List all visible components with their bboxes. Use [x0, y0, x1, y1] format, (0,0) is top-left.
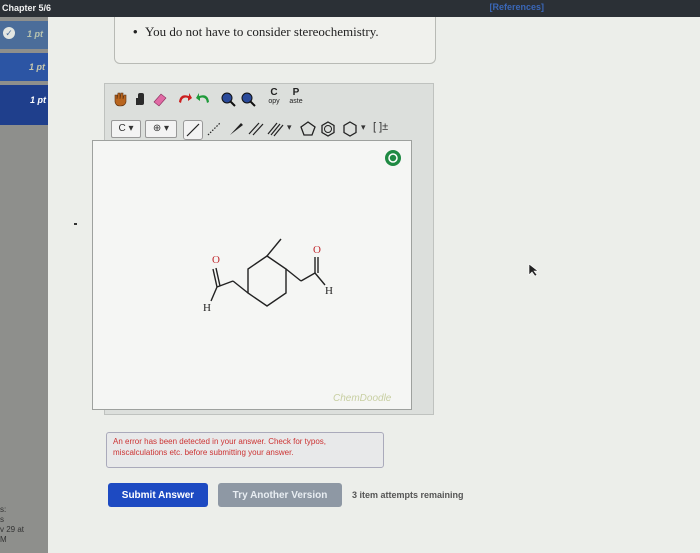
paste-label-bottom: aste [289, 98, 303, 105]
chemdoodle-watermark: ChemDoodle [333, 393, 392, 404]
charge-icon: ⊕ [152, 123, 162, 134]
sidebar-footer: s: s v 29 at M [0, 505, 24, 545]
bracket-tool[interactable]: [ ]± [373, 121, 388, 133]
zoom-in-icon[interactable] [219, 90, 237, 108]
redo-icon[interactable] [195, 90, 213, 108]
benzene-icon[interactable] [319, 120, 337, 138]
hydrogen-label-right: H [325, 285, 333, 297]
ring-dropdown-arrow-icon[interactable]: ▾ [361, 122, 366, 133]
submit-answer-button[interactable]: Submit Answer [108, 483, 208, 507]
check-icon: ✓ [3, 27, 15, 39]
status-ok-icon [385, 150, 401, 166]
hashed-bond-icon[interactable] [205, 120, 223, 138]
sidebar-footer-line: s: [0, 505, 7, 514]
carbonyl-bond-right [300, 272, 316, 282]
error-message-box: An error has been detected in your answe… [106, 432, 384, 468]
methyl-bond [266, 238, 282, 257]
sidebar-item-points: 1 pt [27, 29, 44, 39]
hydrogen-label-left: H [203, 302, 211, 314]
lasso-icon[interactable] [131, 90, 149, 108]
question-note: You do not have to consider stereochemis… [145, 24, 379, 39]
copy-label-bottom: opy [268, 98, 280, 105]
element-dropdown[interactable]: C ▾ [111, 120, 141, 138]
drawing-canvas[interactable]: O O H H ChemDoodle [92, 140, 412, 410]
bond-dropdown-arrow-icon[interactable]: ▾ [287, 122, 292, 133]
chapter-label: Chapter 5/6 [2, 3, 52, 13]
single-bond-icon[interactable] [183, 120, 203, 140]
attempts-remaining: 3 item attempts remaining [352, 490, 464, 500]
question-note-box: • You do not have to consider stereochem… [114, 17, 436, 64]
top-bar: Chapter 5/6 [References] [0, 0, 700, 17]
ring-bonds [247, 255, 287, 307]
zoom-out-icon[interactable] [239, 90, 257, 108]
hand-icon[interactable] [111, 90, 129, 108]
oxygen-label-left: O [212, 254, 220, 266]
double-bond-icon[interactable] [247, 120, 265, 138]
question-sidebar: ✓ 1 pt 1 pt 1 pt s: s v 29 at M [0, 17, 48, 553]
sidebar-item-1[interactable]: ✓ 1 pt [0, 21, 48, 49]
oxygen-label-right: O [313, 244, 321, 256]
copy-button[interactable]: C opy [265, 88, 283, 110]
c-h-bond-left [210, 286, 218, 302]
sidebar-footer-line: v 29 at [0, 525, 25, 534]
charge-dropdown[interactable]: ⊕ ▾ [145, 120, 177, 138]
references-link[interactable]: [References] [489, 2, 544, 12]
error-message: An error has been detected in your answe… [113, 437, 327, 457]
chain-bond-left [232, 280, 249, 294]
try-another-version-button[interactable]: Try Another Version [218, 483, 342, 507]
cyclohexane-icon[interactable] [341, 120, 359, 138]
copy-label-top: C [270, 87, 278, 98]
undo-icon[interactable] [175, 90, 193, 108]
sidebar-item-2[interactable]: 1 pt [0, 53, 48, 81]
sidebar-item-3[interactable]: 1 pt [0, 85, 48, 125]
bullet-icon: • [133, 24, 138, 39]
c-h-bond-right [314, 272, 326, 286]
main-content: • You do not have to consider stereochem… [48, 17, 700, 553]
mouse-cursor-icon [528, 263, 539, 277]
sidebar-item-points: 1 pt [29, 62, 46, 72]
molecule-drawing: O O H H ChemDoodle [203, 150, 401, 404]
sidebar-item-points: 1 pt [30, 95, 47, 105]
margin-mark [74, 223, 77, 225]
cyclopentane-icon[interactable] [299, 120, 317, 138]
element-dropdown-value: C [118, 123, 126, 134]
chain-bond-right [285, 268, 302, 282]
triple-bond-icon[interactable] [267, 120, 285, 138]
paste-label-top: P [292, 87, 300, 98]
sidebar-footer-line: s [0, 515, 4, 524]
wedge-bond-icon[interactable] [227, 120, 245, 138]
sidebar-footer-line: M [0, 535, 7, 544]
paste-button[interactable]: P aste [287, 88, 305, 110]
eraser-icon[interactable] [151, 90, 169, 108]
